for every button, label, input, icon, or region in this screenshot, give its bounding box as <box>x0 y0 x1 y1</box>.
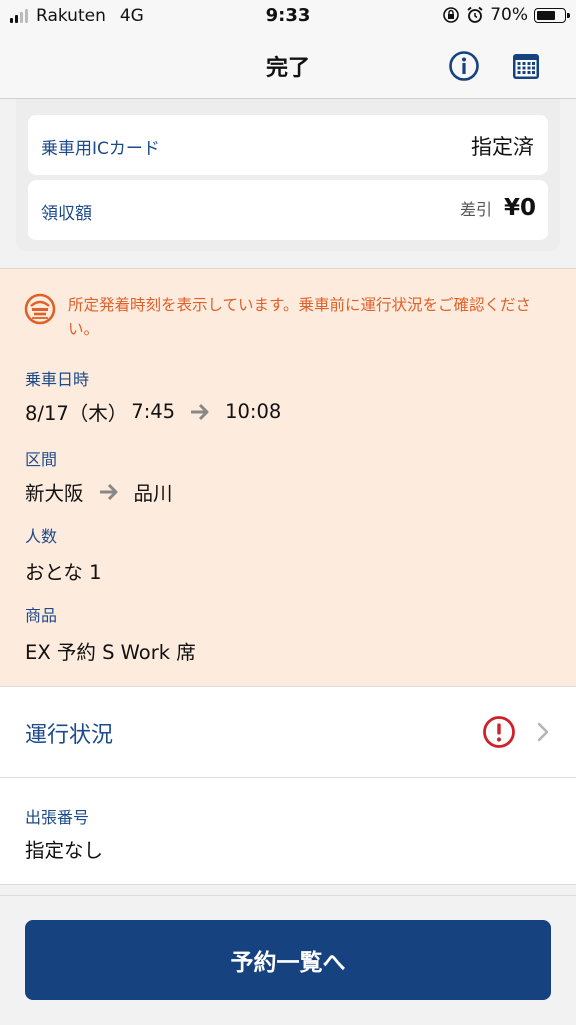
page-title: 完了 <box>265 56 310 81</box>
product-label: 商品 <box>25 606 58 625</box>
business-trip-label: 出張番号 <box>25 808 90 827</box>
alarm-icon <box>467 6 483 23</box>
alert-icon <box>483 716 515 748</box>
datetime-value: 8/17（木） 7:45 10:08 <box>25 397 281 426</box>
operation-status-row[interactable]: 運行状況 <box>0 686 576 778</box>
chevron-right-icon <box>537 722 549 742</box>
to-station: 品川 <box>133 482 173 505</box>
passengers-label: 人数 <box>25 527 58 546</box>
arrow-right-icon <box>191 403 209 420</box>
passengers-value: おとな 1 <box>25 561 102 584</box>
ride-date: 8/17（木） <box>25 402 128 425</box>
from-station: 新大阪 <box>25 482 84 505</box>
section-value: 新大阪 品川 <box>25 477 173 506</box>
operation-status-label: 運行状況 <box>25 723 114 748</box>
receipt-amount: ¥0 <box>503 195 536 221</box>
receipt-label: 領収額 <box>41 204 92 224</box>
battery-level <box>537 10 555 20</box>
ic-card-value: 指定済 <box>471 135 534 159</box>
datetime-label: 乗車日時 <box>25 370 90 389</box>
section-label: 区間 <box>25 450 58 469</box>
calendar-icon[interactable] <box>510 50 542 82</box>
nav-bar: 完了 <box>0 32 576 99</box>
info-icon[interactable] <box>448 50 480 82</box>
receipt-amount-group: 差引 ¥0 <box>460 195 536 221</box>
arrive-time: 10:08 <box>225 400 282 423</box>
business-trip-value: 指定なし <box>25 839 104 862</box>
payment-summary: 乗車用ICカード 指定済 領収額 差引 ¥0 <box>16 99 560 251</box>
battery-percent: 70% <box>490 5 528 25</box>
ride-details-panel: 所定発着時刻を表示しています。乗車前に運行状況をご確認ください。 乗車日時 8/… <box>0 268 576 686</box>
status-bar: Rakuten 4G 9:33 70% <box>0 0 576 32</box>
notice-text: 所定発着時刻を表示しています。乗車前に運行状況をご確認ください。 <box>68 296 531 338</box>
product-value: EX 予約 S Work 席 <box>25 641 196 664</box>
status-right: 70% <box>442 5 570 25</box>
ic-card-row: 乗車用ICカード 指定済 <box>28 115 548 175</box>
footer-bar: 予約一覧へ <box>0 895 576 1025</box>
train-delay-icon <box>24 293 56 325</box>
receipt-row: 領収額 差引 ¥0 <box>28 180 548 240</box>
ic-card-label: 乗車用ICカード <box>41 139 160 159</box>
rotation-lock-icon <box>443 7 460 23</box>
business-trip-row: 出張番号 指定なし <box>0 778 576 885</box>
arrow-right-icon <box>99 483 118 500</box>
reservation-list-button[interactable]: 予約一覧へ <box>25 920 551 1000</box>
battery-icon <box>534 7 570 23</box>
depart-time: 7:45 <box>131 400 176 423</box>
receipt-sub-label: 差引 <box>459 200 492 219</box>
